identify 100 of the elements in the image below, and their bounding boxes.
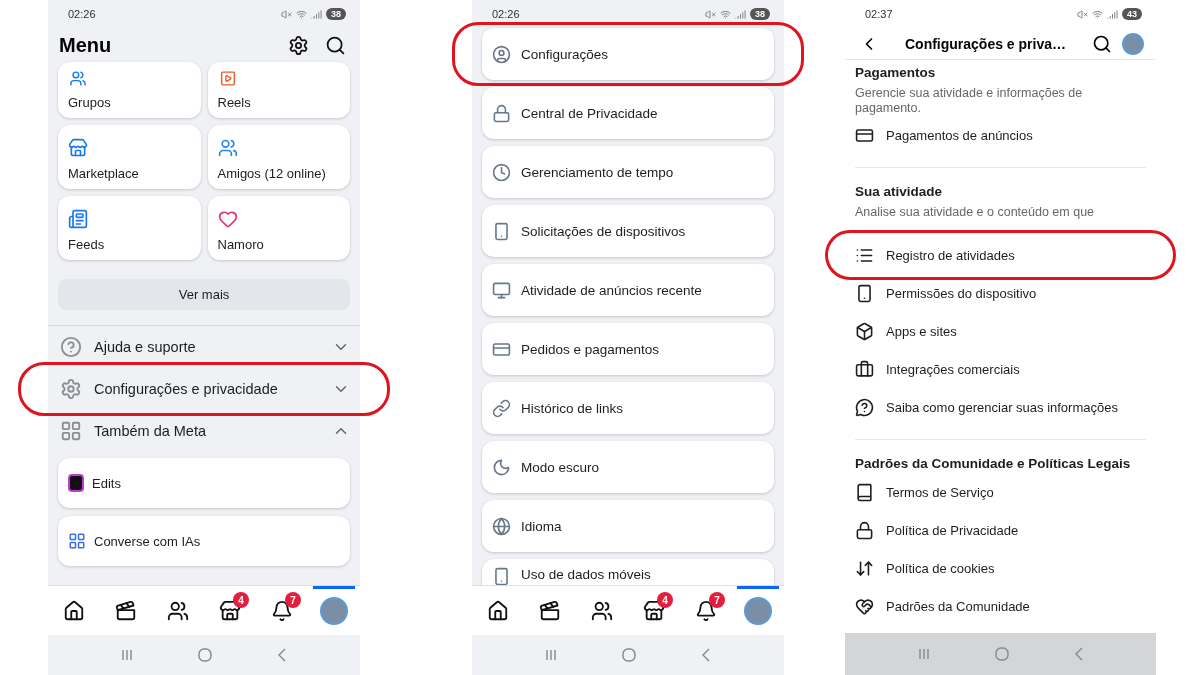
home-button-icon[interactable]	[197, 647, 213, 663]
shortcut-card[interactable]: Feeds	[58, 196, 201, 260]
status-time: 02:37	[865, 8, 893, 20]
notification-badge: 7	[285, 592, 301, 608]
battery-level: 38	[750, 8, 770, 20]
question-bubble-icon	[855, 397, 874, 417]
section-heading: Sua atividade	[855, 183, 944, 201]
wifi-icon	[296, 8, 307, 20]
page-title: Menu	[59, 33, 112, 57]
settings-card[interactable]: Solicitações de dispositivos	[482, 205, 774, 257]
search-icon[interactable]	[325, 34, 346, 56]
page-title: Configurações e priva…	[903, 35, 1067, 52]
notification-badge: 4	[233, 592, 249, 608]
video-icon	[539, 599, 561, 622]
section-heading: Padrões da Comunidade e Políticas Legais	[855, 455, 1132, 473]
settings-card[interactable]: Pedidos e pagamentos	[482, 323, 774, 375]
cube-icon	[855, 321, 874, 341]
settings-icon[interactable]	[288, 34, 309, 56]
shortcut-card[interactable]: Marketplace	[58, 125, 201, 189]
home-icon	[63, 599, 85, 622]
grid-icon	[60, 420, 82, 442]
app-card[interactable]: Converse com IAs	[58, 516, 350, 566]
settings-card[interactable]: Atividade de anúncios recente	[482, 264, 774, 316]
briefcase-icon	[855, 359, 874, 379]
avatar	[744, 596, 772, 625]
avatar[interactable]	[1122, 32, 1144, 55]
moon-icon	[492, 457, 511, 477]
section-heading: Pagamentos	[855, 64, 937, 82]
phone-icon	[855, 283, 874, 303]
settings-card[interactable]: Gerenciamento de tempo	[482, 146, 774, 198]
settings-card[interactable]: Uso de dados móveis	[482, 559, 774, 585]
mute-icon	[1077, 8, 1088, 20]
friends-icon	[167, 599, 189, 622]
settings-card[interactable]: Configurações	[482, 28, 774, 80]
nav-tab[interactable]: 4	[209, 586, 251, 635]
settings-card[interactable]: Idioma	[482, 500, 774, 552]
signal-icon	[1107, 8, 1118, 20]
settings-item[interactable]: Política de Privacidade	[855, 511, 1146, 549]
avatar	[320, 596, 348, 625]
home-button-icon[interactable]	[621, 647, 637, 663]
app-card[interactable]: Edits	[58, 458, 350, 508]
settings-card[interactable]: Central de Privacidade	[482, 87, 774, 139]
phone-icon	[492, 567, 511, 586]
feed-icon	[68, 209, 88, 229]
monitor-icon	[492, 280, 511, 300]
group-icon	[68, 70, 88, 87]
friends-icon	[591, 599, 613, 622]
section-description: Analise sua atividade e o conteúdo em que	[855, 205, 1096, 220]
settings-item[interactable]: Termos de Serviço	[855, 473, 1146, 511]
phone-icon	[492, 221, 511, 241]
signal-icon	[311, 8, 322, 20]
settings-item[interactable]: Integrações comerciais	[855, 350, 1146, 388]
nav-tab[interactable]: 7	[685, 586, 727, 635]
nav-tab[interactable]: 7	[261, 586, 303, 635]
friends-icon	[217, 138, 238, 158]
shortcut-card[interactable]: Grupos	[58, 62, 201, 118]
section-row[interactable]: Ajuda e suporte	[48, 326, 360, 368]
section-row[interactable]: Também da Meta	[48, 410, 360, 452]
help-icon	[60, 336, 82, 358]
video-icon	[115, 599, 137, 622]
app-icon	[68, 474, 84, 492]
settings-item[interactable]: Apps e sites	[855, 312, 1146, 350]
see-more-button[interactable]: Ver mais	[58, 279, 350, 310]
search-icon[interactable]	[1092, 33, 1112, 54]
status-time: 02:26	[68, 8, 96, 20]
battery-level: 38	[326, 8, 346, 20]
shortcut-card[interactable]: Namoro	[207, 196, 350, 260]
settings-item[interactable]: Registro de atividades	[855, 236, 1146, 274]
settings-icon	[60, 378, 82, 400]
signal-icon	[735, 8, 746, 20]
settings-card[interactable]: Histórico de links	[482, 382, 774, 434]
section-row[interactable]: Configurações e privacidade	[48, 368, 360, 410]
arrows-icon	[855, 558, 874, 578]
notification-badge: 7	[709, 592, 725, 608]
heart-icon	[217, 209, 238, 229]
settings-item[interactable]: Permissões do dispositivo	[855, 274, 1146, 312]
shortcut-card[interactable]: Amigos (12 online)	[207, 125, 350, 189]
settings-item[interactable]: Pagamentos de anúncios	[855, 116, 1146, 154]
settings-card[interactable]: Modo escuro	[482, 441, 774, 493]
mute-icon	[705, 8, 716, 20]
handshake-icon	[855, 596, 874, 616]
wifi-icon	[1092, 8, 1103, 20]
settings-item[interactable]: Saiba como gerenciar suas informações	[855, 388, 1146, 426]
store-icon	[68, 138, 88, 158]
battery-level: 43	[1122, 8, 1142, 20]
link-icon	[492, 398, 511, 418]
lock-icon	[855, 520, 874, 540]
settings-item[interactable]: Padrões da Comunidade	[855, 587, 1146, 625]
mute-icon	[281, 8, 292, 20]
nav-tab[interactable]: 4	[633, 586, 675, 635]
lock-icon	[492, 103, 511, 123]
clock-icon	[492, 162, 511, 182]
shortcut-card[interactable]: Reels	[207, 62, 350, 118]
globe-icon	[492, 516, 511, 536]
wifi-icon	[720, 8, 731, 20]
book-icon	[855, 482, 874, 502]
user-icon	[492, 44, 511, 64]
home-icon	[487, 599, 509, 622]
notification-badge: 4	[657, 592, 673, 608]
settings-item[interactable]: Política de cookies	[855, 549, 1146, 587]
